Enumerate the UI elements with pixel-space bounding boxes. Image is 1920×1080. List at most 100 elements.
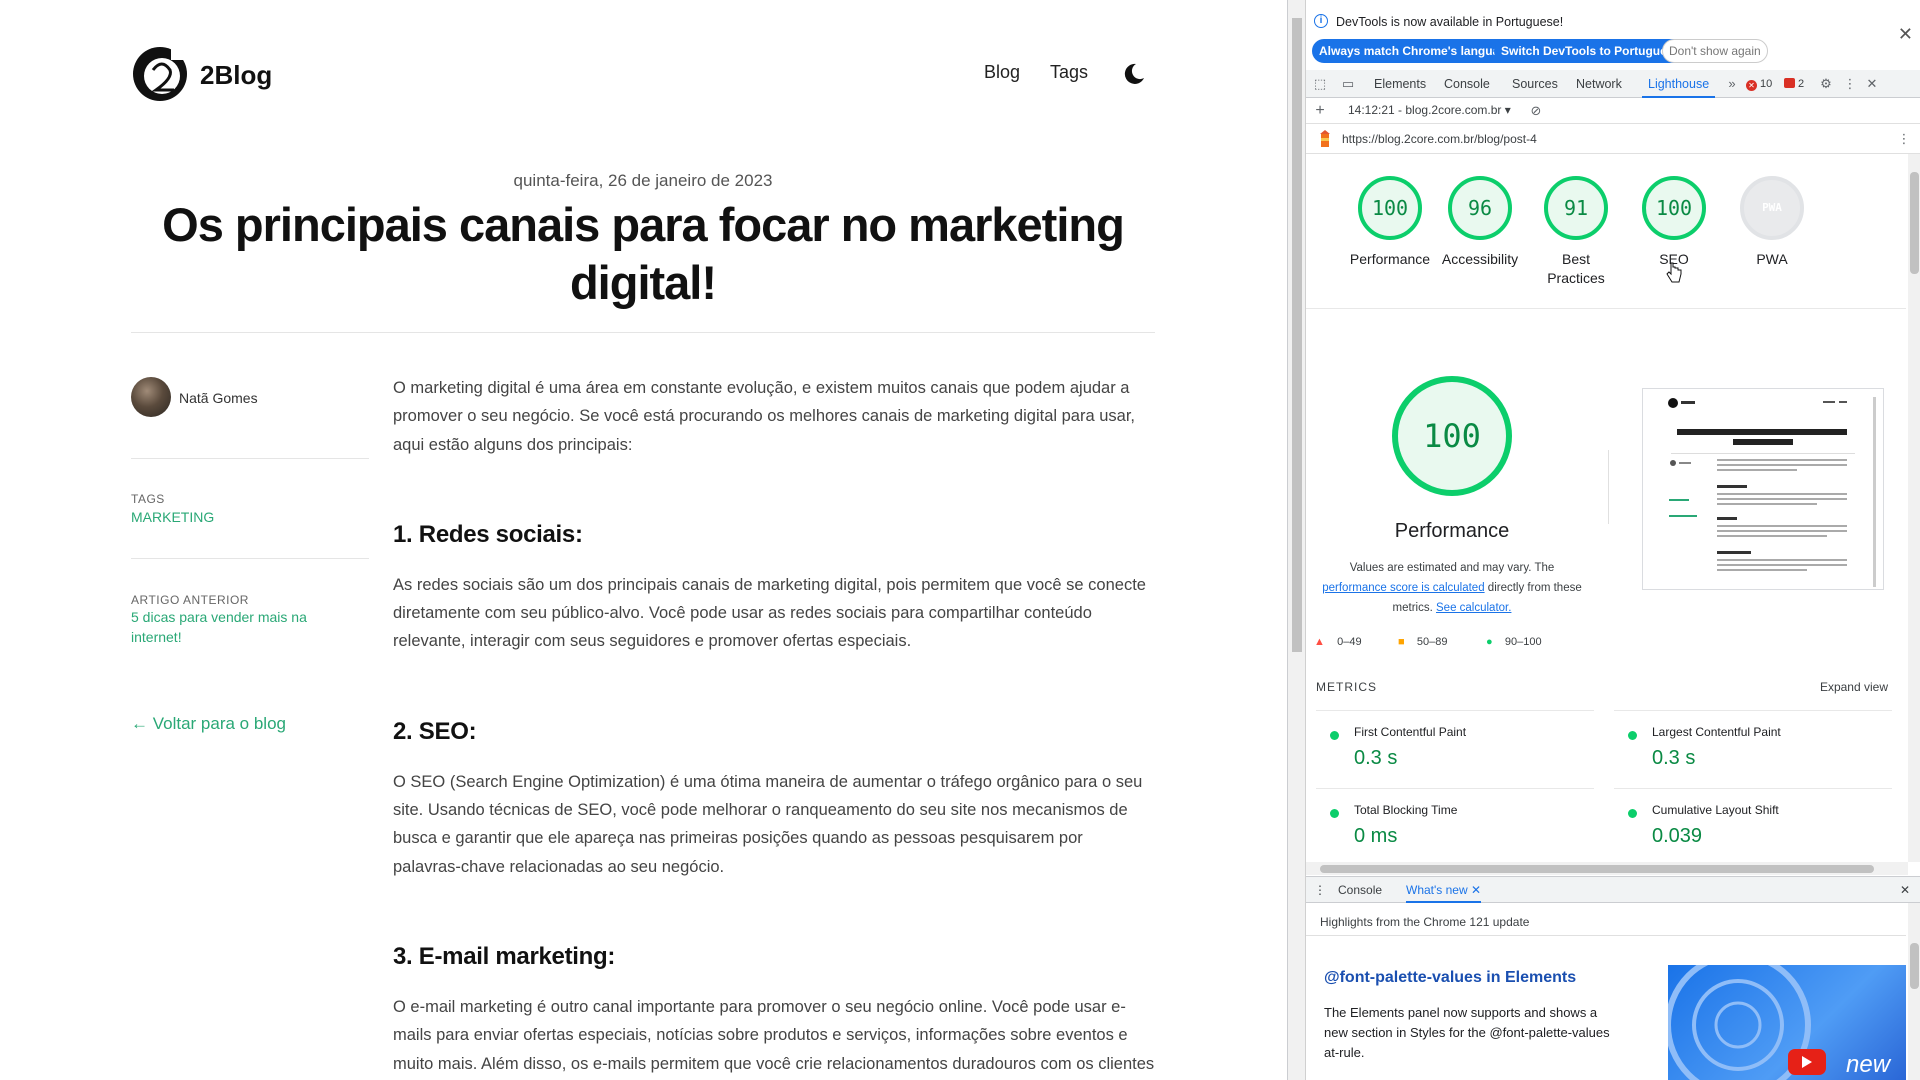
metric-value: 0.3 s [1354, 747, 1398, 769]
metric-cls: Cumulative Layout Shift 0.039 [1614, 788, 1892, 862]
metric-value: 0.039 [1652, 825, 1703, 847]
devtools-panel: i DevTools is now available in Portugues… [1287, 0, 1920, 1080]
see-calculator-link[interactable]: See calculator. [1436, 602, 1511, 614]
drawer-tab-console[interactable]: Console [1338, 883, 1382, 897]
metric-value: 0.3 s [1652, 747, 1696, 769]
back-to-blog-link[interactable]: ← Voltar para o blog [131, 714, 286, 734]
error-count: 10 [1760, 78, 1773, 90]
legend-range: 0–49 [1337, 636, 1362, 648]
pass-circle-icon [1330, 809, 1339, 818]
highlights-text: Highlights from the Chrome 121 update [1320, 915, 1530, 929]
metrics-heading: METRICS [1316, 680, 1377, 694]
score-ring: 91 [1544, 176, 1608, 240]
report-menu-icon[interactable]: ⋮ [1896, 131, 1912, 147]
metric-name: Largest Contentful Paint [1652, 725, 1781, 739]
article-intro: O marketing digital é uma área em consta… [393, 379, 1136, 454]
match-language-button[interactable]: Always match Chrome's language [1312, 39, 1521, 63]
prev-article-link[interactable]: 5 dicas para vender mais na internet! [131, 607, 331, 647]
report-selector[interactable]: 14:12:21 - blog.2core.com.br ▾ [1348, 103, 1511, 117]
info-icon: i [1314, 14, 1328, 28]
pass-circle-icon [1628, 731, 1637, 740]
metric-fcp: First Contentful Paint 0.3 s [1316, 710, 1594, 788]
new-report-icon[interactable]: + [1312, 103, 1328, 119]
article-body: O marketing digital é uma área em consta… [393, 374, 1155, 1080]
divider [131, 332, 1155, 333]
dont-show-again-button[interactable]: Don't show again [1662, 39, 1768, 63]
error-count-badge[interactable]: ✕ 10 [1746, 78, 1772, 91]
post-title: Os principais canais para focar no marke… [162, 198, 1125, 309]
section-text: O e-mail marketing é outro canal importa… [393, 997, 1155, 1073]
pass-circle-icon [1628, 809, 1637, 818]
divider [1608, 450, 1609, 524]
devtools-drawer: ⋮ Console What's new ✕ ✕ Highlights from… [1306, 876, 1920, 1080]
inspect-element-icon[interactable]: ⬚ [1312, 76, 1328, 92]
2blog-logo[interactable] [131, 40, 189, 104]
metric-name: Total Blocking Time [1354, 803, 1458, 817]
scrollbar-thumb[interactable] [1320, 865, 1874, 873]
brand-name[interactable]: 2Blog [200, 60, 272, 91]
gauge-best-practices[interactable]: 91 Best Practices [1540, 176, 1612, 288]
scrollbar-thumb[interactable] [1910, 172, 1919, 274]
pwa-badge-icon: PWA [1740, 176, 1804, 240]
gauge-accessibility[interactable]: 96 Accessibility [1434, 176, 1526, 269]
score-ring: 100 [1358, 176, 1422, 240]
tab-lighthouse[interactable]: Lighthouse [1642, 70, 1716, 98]
nav-tags-link[interactable]: Tags [1050, 62, 1088, 83]
dark-mode-toggle-icon[interactable] [1122, 62, 1146, 86]
legend-pass: ● 90–100 [1486, 636, 1542, 648]
metric-name: First Contentful Paint [1354, 725, 1467, 739]
kebab-menu-icon[interactable]: ⋮ [1842, 76, 1858, 92]
tab-sources[interactable]: Sources [1510, 70, 1560, 98]
gauge-seo[interactable]: 100 SEO [1628, 176, 1720, 269]
divider [1306, 308, 1906, 309]
switch-portuguese-button[interactable]: Switch DevTools to Portuguese [1494, 39, 1688, 63]
chevron-down-icon: ▾ [1504, 103, 1511, 117]
close-devtools-icon[interactable]: ✕ [1864, 76, 1880, 92]
device-toolbar-icon[interactable]: ▭ [1340, 76, 1356, 92]
final-screenshot-thumbnail[interactable] [1642, 388, 1884, 590]
scrollbar-thumb[interactable] [1910, 943, 1919, 989]
section-text: O SEO (Search Engine Optimization) é uma… [393, 772, 1143, 876]
more-tabs-icon[interactable]: » [1724, 76, 1740, 92]
tab-console[interactable]: Console [1442, 70, 1492, 98]
clear-reports-icon[interactable]: ⊘ [1528, 103, 1544, 119]
tab-network[interactable]: Network [1574, 70, 1624, 98]
gauge-pwa[interactable]: PWA PWA [1726, 176, 1818, 269]
issue-count-badge[interactable]: 2 [1784, 78, 1804, 90]
metric-value: 0 ms [1354, 825, 1398, 847]
expand-view-button[interactable]: Expand view [1820, 680, 1888, 694]
tag-marketing-link[interactable]: MARKETING [131, 507, 214, 527]
drawer-tab-whats-new[interactable]: What's new ✕ [1406, 883, 1482, 903]
page-scrollbar[interactable] [1288, 0, 1306, 1080]
drawer-scrollbar[interactable] [1908, 903, 1920, 1080]
post-date: quinta-feira, 26 de janeiro de 2023 [513, 171, 773, 190]
close-icon[interactable]: ✕ [1471, 883, 1481, 897]
score-calculated-link[interactable]: performance score is calculated [1322, 582, 1484, 594]
drawer-menu-icon[interactable]: ⋮ [1314, 883, 1326, 897]
whats-new-video-thumbnail[interactable]: new [1668, 965, 1906, 1080]
author-avatar [131, 377, 171, 417]
devtools-main: i DevTools is now available in Portugues… [1306, 0, 1920, 1080]
sidebar-divider [131, 458, 369, 459]
whats-new-title-link[interactable]: @font-palette-values in Elements [1324, 969, 1576, 987]
gauge-performance[interactable]: 100 Performance [1344, 176, 1436, 269]
score-label: Accessibility [1441, 251, 1519, 267]
report-scrollbar[interactable] [1908, 154, 1920, 862]
lighthouse-toolbar: + 14:12:21 - blog.2core.com.br ▾ ⊘ [1306, 98, 1920, 124]
settings-gear-icon[interactable]: ⚙ [1818, 76, 1834, 92]
close-icon[interactable]: ✕ [1898, 24, 1913, 45]
metric-name: Cumulative Layout Shift [1652, 803, 1779, 817]
issue-icon [1784, 78, 1795, 88]
scrollbar-thumb[interactable] [1292, 18, 1302, 652]
legend-fail: ▲ 0–49 [1314, 636, 1362, 648]
report-selector-value: 14:12:21 - blog.2core.com.br [1348, 103, 1502, 117]
tab-elements[interactable]: Elements [1372, 70, 1428, 98]
close-drawer-icon[interactable]: ✕ [1900, 883, 1910, 897]
prev-article-label: ARTIGO ANTERIOR [131, 593, 249, 607]
report-hscrollbar[interactable] [1306, 862, 1908, 875]
nav-blog-link[interactable]: Blog [984, 62, 1020, 83]
performance-heading: Performance [1394, 520, 1510, 542]
pass-circle-icon [1330, 731, 1339, 740]
score-label: Best Practices [1547, 251, 1605, 286]
legend-range: 50–89 [1416, 636, 1448, 648]
